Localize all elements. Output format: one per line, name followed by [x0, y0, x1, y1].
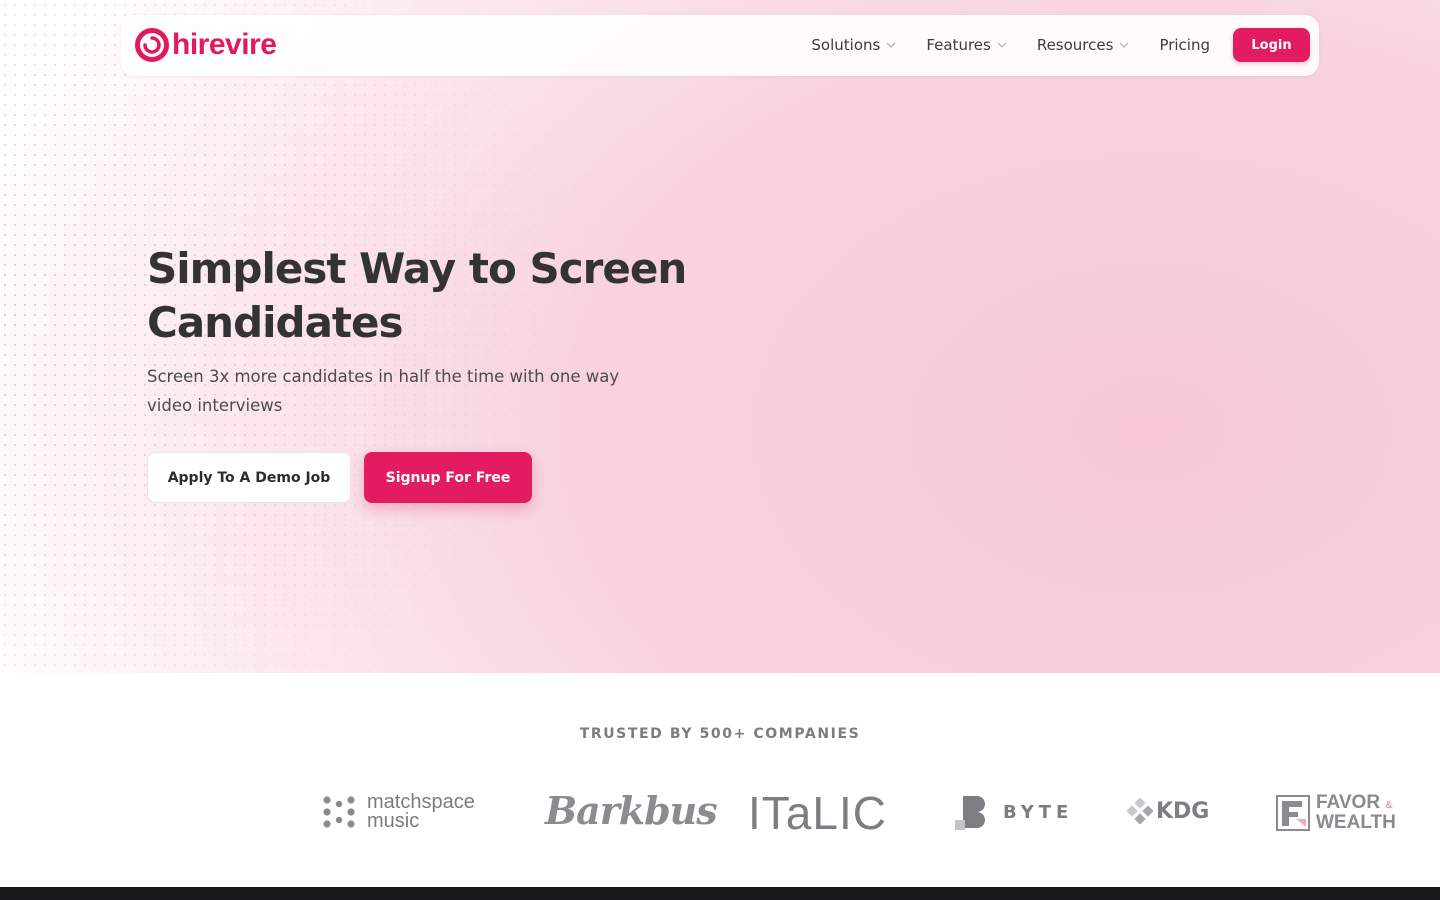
chevron-down-icon — [886, 42, 896, 48]
signup-free-button[interactable]: Signup For Free — [364, 452, 532, 503]
hero-headline-line1: Simplest Way to Screen — [147, 244, 687, 293]
matchspace-wordmark: matchspace music — [367, 792, 475, 832]
nav-item-label: Pricing — [1159, 36, 1210, 54]
brand-name: hirevire — [172, 28, 277, 61]
byte-mark-icon — [955, 796, 985, 830]
favor-wordmark-line2: WEALTH — [1316, 812, 1396, 833]
footer-edge — [0, 887, 1440, 900]
italic-logo: ITaLIC — [748, 787, 887, 839]
apply-demo-job-button[interactable]: Apply To A Demo Job — [147, 452, 351, 503]
matchspace-music-logo: matchspace music — [322, 792, 475, 832]
matchspace-wordmark-line2: music — [367, 810, 420, 832]
byte-logo: BYTE — [955, 794, 1073, 830]
nav-item-label: Solutions — [811, 36, 881, 54]
nav-item-label: Features — [926, 36, 991, 54]
favor-wealth-logo: FAVOR & WEALTH — [1276, 792, 1396, 833]
matchspace-mark-icon — [323, 796, 355, 828]
hero-headline: Simplest Way to Screen Candidates — [147, 242, 767, 350]
nav-item-resources[interactable]: Resources — [1037, 28, 1130, 62]
trusted-by-label: TRUSTED BY 500+ COMPANIES — [579, 726, 861, 742]
login-button[interactable]: Login — [1233, 28, 1310, 62]
byte-wordmark: BYTE — [1003, 801, 1074, 823]
barkbus-logo: Barkbus — [545, 788, 718, 833]
chevron-down-icon — [997, 42, 1007, 48]
favor-wordmark-line1: FAVOR — [1316, 792, 1381, 813]
hirevire-logo-icon — [135, 28, 169, 62]
hero-headline-line2: Candidates — [147, 298, 403, 347]
kdg-logo: KDG — [1127, 798, 1209, 824]
nav-item-features[interactable]: Features — [926, 28, 1007, 62]
nav-item-label: Resources — [1036, 36, 1114, 54]
nav-links: Solutions Features Resources Pricing Log… — [811, 28, 1310, 62]
top-navbar: hirevire Solutions Features Resources Pr… — [121, 15, 1319, 76]
brand-logo[interactable]: hirevire — [134, 27, 277, 63]
chevron-down-icon — [1119, 42, 1129, 48]
nav-item-pricing[interactable]: Pricing — [1159, 28, 1210, 62]
hero-section: hirevire Solutions Features Resources Pr… — [0, 0, 1440, 673]
nav-item-solutions[interactable]: Solutions — [811, 28, 896, 62]
kdg-wordmark: KDG — [1156, 798, 1210, 824]
favor-wealth-wordmark: FAVOR & WEALTH — [1316, 792, 1396, 833]
favor-wordmark-ampersand: & — [1385, 800, 1393, 811]
favor-wealth-mark-icon — [1276, 794, 1310, 831]
hero-subheadline: Screen 3x more candidates in half the ti… — [147, 367, 620, 415]
kdg-mark-icon — [1127, 798, 1153, 824]
